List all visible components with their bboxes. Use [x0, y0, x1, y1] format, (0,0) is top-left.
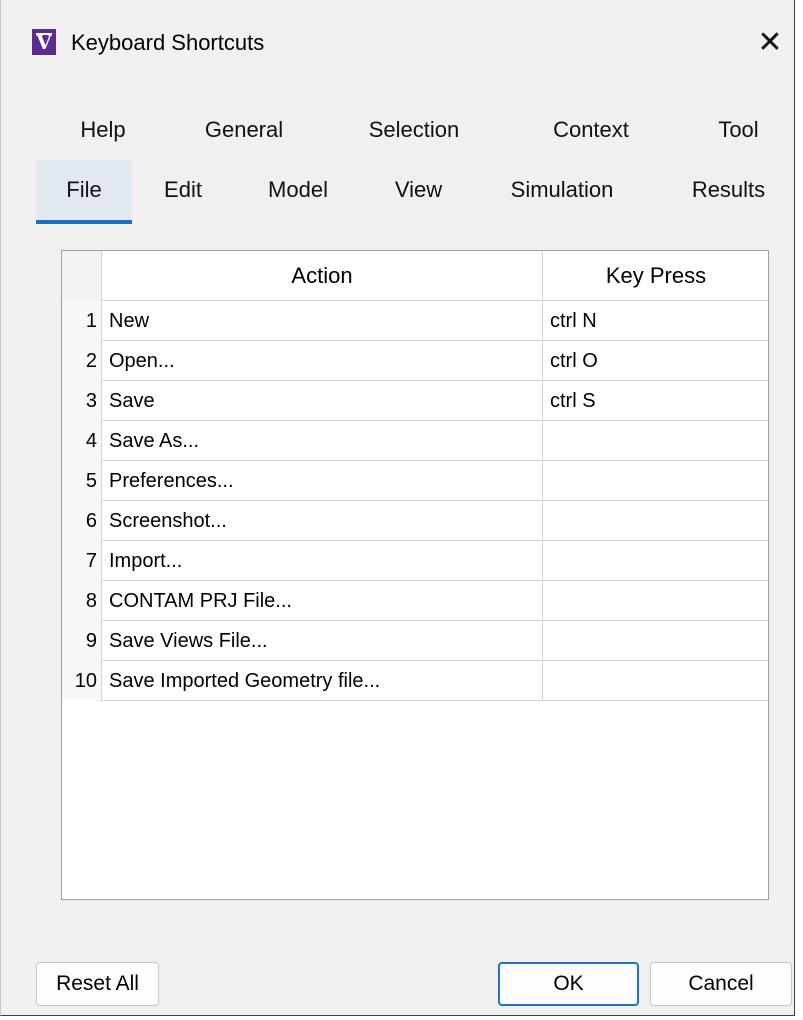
close-icon[interactable]: ✕ [745, 18, 795, 68]
action-cell[interactable]: New [102, 301, 543, 341]
tab-edit[interactable]: Edit [148, 160, 218, 220]
shortcuts-table: Action Key Press 1 New ctrl N 2 Open... … [61, 250, 769, 900]
row-number: 3 [62, 381, 102, 421]
action-cell[interactable]: Import... [102, 541, 543, 581]
key-press-cell[interactable]: ctrl O [543, 341, 768, 381]
tab-context[interactable]: Context [536, 100, 646, 160]
tab-simulation[interactable]: Simulation [498, 160, 626, 220]
table-row[interactable]: 3 Save ctrl S [62, 381, 768, 421]
action-cell[interactable]: CONTAM PRJ File... [102, 581, 543, 621]
tab-selection[interactable]: Selection [354, 100, 474, 160]
tab-general[interactable]: General [194, 100, 294, 160]
tab-help[interactable]: Help [63, 100, 143, 160]
action-cell[interactable]: Open... [102, 341, 543, 381]
table-header: Action Key Press [62, 251, 768, 301]
row-number: 9 [62, 621, 102, 661]
table-corner[interactable] [62, 251, 102, 301]
key-press-cell[interactable] [543, 461, 768, 501]
tab-view[interactable]: View [381, 160, 456, 220]
table-row[interactable]: 6 Screenshot... [62, 501, 768, 541]
app-logo-icon: V [32, 29, 56, 55]
table-row[interactable]: 8 CONTAM PRJ File... [62, 581, 768, 621]
key-press-cell[interactable]: ctrl S [543, 381, 768, 421]
key-press-cell[interactable] [543, 621, 768, 661]
tab-results[interactable]: Results [681, 160, 776, 220]
row-number: 5 [62, 461, 102, 501]
row-number: 6 [62, 501, 102, 541]
key-press-cell[interactable] [543, 501, 768, 541]
tab-row-bottom: File Edit Model View Simulation Results [36, 160, 776, 224]
action-cell[interactable]: Preferences... [102, 461, 543, 501]
row-number: 8 [62, 581, 102, 621]
tab-model[interactable]: Model [251, 160, 345, 220]
action-cell[interactable]: Screenshot... [102, 501, 543, 541]
row-number: 10 [62, 661, 102, 701]
action-cell[interactable]: Save Imported Geometry file... [102, 661, 543, 701]
table-row[interactable]: 10 Save Imported Geometry file... [62, 661, 768, 701]
key-press-cell[interactable] [543, 661, 768, 701]
row-number: 1 [62, 301, 102, 341]
reset-all-button[interactable]: Reset All [36, 962, 159, 1006]
key-press-cell[interactable] [543, 421, 768, 461]
ok-button[interactable]: OK [498, 962, 639, 1006]
key-press-cell[interactable]: ctrl N [543, 301, 768, 341]
row-number: 7 [62, 541, 102, 581]
table-row[interactable]: 1 New ctrl N [62, 301, 768, 341]
tab-file-label: File [66, 177, 102, 202]
key-press-cell[interactable] [543, 541, 768, 581]
tab-row-top: Help General Selection Context Tool [36, 100, 776, 160]
action-cell[interactable]: Save As... [102, 421, 543, 461]
tab-tool[interactable]: Tool [701, 100, 776, 160]
action-cell[interactable]: Save [102, 381, 543, 421]
active-tab-indicator [36, 220, 132, 224]
tab-file[interactable]: File [36, 160, 132, 224]
window-title: Keyboard Shortcuts [71, 30, 265, 55]
column-header-action[interactable]: Action [102, 251, 543, 301]
table-row[interactable]: 2 Open... ctrl O [62, 341, 768, 381]
cancel-button[interactable]: Cancel [650, 962, 792, 1006]
keyboard-shortcuts-dialog: V Keyboard Shortcuts ✕ Help General Sele… [0, 0, 795, 1016]
table-row[interactable]: 5 Preferences... [62, 461, 768, 501]
key-press-cell[interactable] [543, 581, 768, 621]
title-bar: V Keyboard Shortcuts ✕ [1, 0, 794, 88]
table-row[interactable]: 7 Import... [62, 541, 768, 581]
table-row[interactable]: 4 Save As... [62, 421, 768, 461]
table-row[interactable]: 9 Save Views File... [62, 621, 768, 661]
row-number: 2 [62, 341, 102, 381]
column-header-key-press[interactable]: Key Press [543, 251, 768, 301]
row-number: 4 [62, 421, 102, 461]
action-cell[interactable]: Save Views File... [102, 621, 543, 661]
